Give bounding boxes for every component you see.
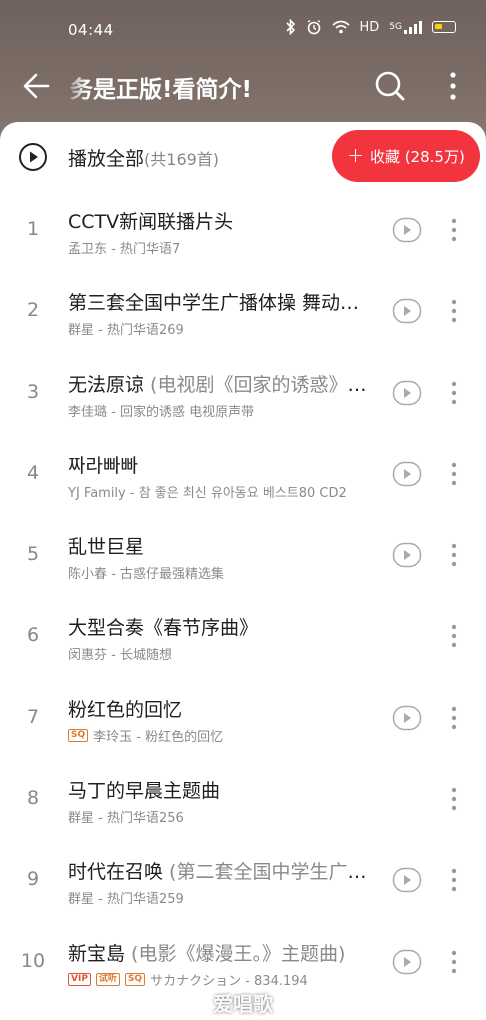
bluetooth-icon [285,19,295,35]
song-subtitle: 陈小春 - 古惑仔最强精选集 [68,567,224,583]
song-title: 第三套全国中学生广播体操 舞动青春 [68,292,378,315]
song-index: 5 [26,543,40,566]
back-icon[interactable] [18,66,58,106]
vip-badge: VIP [68,972,91,986]
video-play-icon[interactable] [392,867,422,893]
song-more-icon[interactable] [444,946,464,978]
song-title: 马丁的早晨主题曲 [68,780,221,803]
sq-badge: SQ [124,972,146,986]
song-row[interactable]: 5 乱世巨星 陈小春 - 古惑仔最强精选集 [0,515,486,596]
song-subtitle: 群星 - 热门华语269 [68,323,184,339]
song-row[interactable]: 1 CCTV新闻联播片头 孟卫东 - 热门华语7 [0,190,486,271]
song-row[interactable]: 3 无法原谅 (电视剧《回家的诱惑》主题曲) 李佳璐 - 回家的诱惑 电视原声带 [0,353,486,434]
search-icon[interactable] [370,66,410,106]
song-more-icon[interactable] [444,214,464,246]
wifi-icon [331,20,350,34]
trial-badge: 试听 [95,972,120,986]
song-title: 无法原谅 (电视剧《回家的诱惑》主题曲) [68,373,378,396]
song-index: 6 [26,624,40,647]
signal-type-label: 5G [389,22,402,32]
song-row[interactable]: 9 时代在召唤 (第二套全国中学生广播体操) 群星 - 热门华语259 [0,840,486,921]
sq-badge: SQ [68,728,89,742]
song-subtitle: 闵惠芬 - 长城随想 [68,648,172,664]
video-play-icon[interactable] [392,461,422,487]
song-title: 짜라빠빠 [68,454,138,477]
play-all-icon[interactable] [18,142,48,172]
song-index: 3 [26,380,40,403]
song-subtitle: 群星 - 热门华语256 [68,811,184,827]
song-list-card: 播放全部(共169首) + 收藏 (28.5万) 1 CCTV新闻联播片头 孟卫… [0,122,486,1020]
video-play-icon[interactable] [392,542,422,568]
song-count: (共169首) [144,150,220,169]
video-play-icon[interactable] [392,949,422,975]
song-more-icon[interactable] [444,702,464,734]
alarm-icon [307,19,320,35]
status-time: 04:44 [68,21,114,39]
song-index: 2 [26,299,40,322]
video-play-icon[interactable] [392,705,422,731]
song-index: 4 [26,461,40,484]
play-all-bar[interactable]: 播放全部(共169首) + 收藏 (28.5万) [0,122,486,192]
song-index: 10 [20,949,46,972]
watermark: 爱唱歌 [213,992,273,1016]
song-title: 大型合奏《春节序曲》 [68,617,259,640]
collect-button[interactable]: + 收藏 (28.5万) [332,130,480,182]
song-index: 7 [26,705,40,728]
play-all-label[interactable]: 播放全部(共169首) [68,144,219,171]
signal-icon [404,20,422,34]
song-title: 粉红色的回忆 [68,698,183,721]
song-title: CCTV新闻联播片头 [68,211,234,233]
song-subtitle: 孟卫东 - 热门华语7 [68,242,181,257]
status-bar: 04:44 HD 5G [0,0,486,60]
song-list: 1 CCTV新闻联播片头 孟卫东 - 热门华语7 2 第三套全国中学生广播体操 … [0,190,486,1003]
song-row[interactable]: 4 짜라빠빠 YJ Family - 참 좋은 최신 유아동요 베스트80 CD… [0,434,486,515]
network-label: HD [359,19,380,35]
song-more-icon[interactable] [444,864,464,896]
song-title: 新宝島 (电影《爆漫王。》主题曲) [68,942,346,965]
plus-icon: + [347,143,364,167]
more-options-icon[interactable] [438,66,468,106]
song-index: 9 [26,868,40,891]
song-title: 乱世巨星 [68,536,145,559]
song-more-icon[interactable] [444,539,464,571]
song-more-icon[interactable] [444,377,464,409]
song-subtitle: VIP 试听 SQ サカナクション - 834.194 [68,970,378,989]
video-play-icon[interactable] [392,380,422,406]
collect-label: 收藏 (28.5万) [369,147,465,166]
song-row[interactable]: 8 马丁的早晨主题曲 群星 - 热门华语256 [0,759,486,840]
song-more-icon[interactable] [444,620,464,652]
song-index: 8 [26,787,40,810]
song-more-icon[interactable] [444,458,464,490]
playlist-title: 务是正版!看简介! [70,77,252,103]
song-more-icon[interactable] [444,783,464,815]
song-row[interactable]: 6 大型合奏《春节序曲》 闵惠芬 - 长城随想 [0,596,486,677]
song-row[interactable]: 2 第三套全国中学生广播体操 舞动青春 群星 - 热门华语269 [0,271,486,352]
song-subtitle: SQ 李玲玉 - 粉红色的回忆 [68,726,378,745]
play-all-text: 播放全部 [68,148,145,170]
song-row[interactable]: 7 粉红色的回忆 SQ 李玲玉 - 粉红色的回忆 [0,678,486,759]
status-icons: HD 5G [285,19,456,35]
song-more-icon[interactable] [444,295,464,327]
video-play-icon[interactable] [392,298,422,324]
song-subtitle: 李佳璐 - 回家的诱惑 电视原声带 [68,404,255,420]
battery-icon [432,21,456,33]
song-subtitle: 群星 - 热门华语259 [68,892,184,908]
top-bar: 务是正版!看简介! [0,60,486,110]
song-subtitle: YJ Family - 참 좋은 최신 유아동요 베스트80 CD2 [68,485,347,501]
video-play-icon[interactable] [392,217,422,243]
song-title: 时代在召唤 (第二套全国中学生广播体操) [68,861,378,884]
song-index: 1 [26,218,40,240]
